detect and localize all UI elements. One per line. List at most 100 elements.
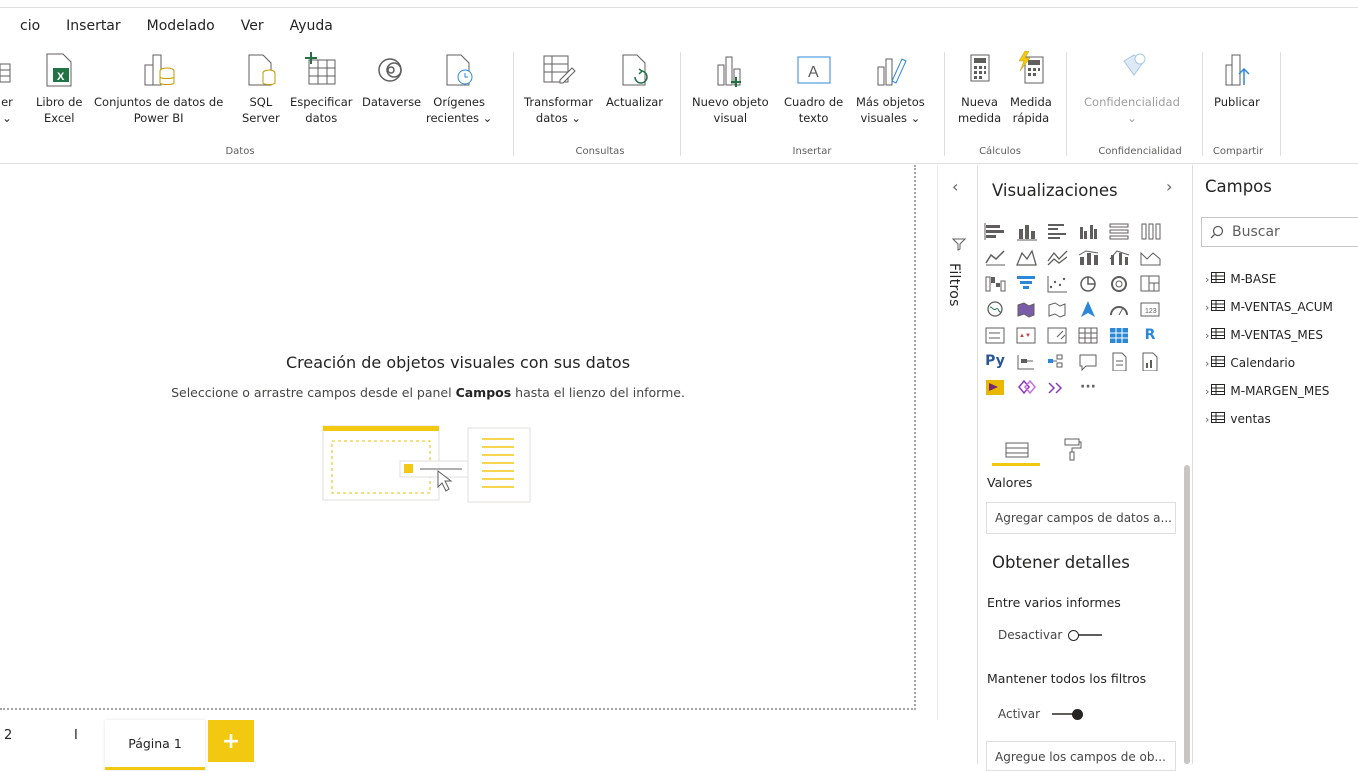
- viz-scatter-icon[interactable]: [1044, 273, 1070, 293]
- measure-table-icon: [1211, 327, 1226, 343]
- fields-search-input[interactable]: Buscar: [1201, 217, 1358, 247]
- excel-workbook-button[interactable]: X Libro de Excel: [36, 46, 82, 126]
- toggle-switch-on[interactable]: [1046, 708, 1086, 720]
- page-nav-prev[interactable]: 2: [4, 728, 12, 743]
- recent-sources-button[interactable]: Orígenes recientes ⌄: [426, 46, 492, 126]
- viz-line-icon[interactable]: [982, 247, 1008, 267]
- ribbon-separator: [680, 52, 681, 156]
- viz-gauge-icon[interactable]: [1106, 299, 1132, 319]
- report-canvas[interactable]: Creación de objetos visuales con sus dat…: [0, 165, 916, 710]
- viz-power-apps-icon[interactable]: [982, 377, 1008, 397]
- cross-report-toggle[interactable]: Desactivar: [998, 628, 1108, 642]
- chevron-right-icon[interactable]: ›: [1205, 273, 1209, 286]
- drillthrough-drop-well[interactable]: Agregue los campos de ob...: [986, 741, 1176, 771]
- viz-clustered-column-icon[interactable]: [1075, 221, 1101, 241]
- toggle-switch-off[interactable]: [1068, 629, 1108, 641]
- measure-table-icon: [1211, 271, 1226, 287]
- svg-text:A: A: [808, 64, 819, 81]
- get-data-button[interactable]: er ⌄: [0, 46, 14, 126]
- add-page-button[interactable]: +: [208, 720, 254, 762]
- field-table-item[interactable]: › ventas: [1205, 405, 1333, 433]
- transform-data-button[interactable]: Transformar datos ⌄: [524, 46, 593, 126]
- visualizations-scrollbar[interactable]: [1184, 465, 1190, 764]
- sensitivity-button[interactable]: Confidencialidad ⌄: [1084, 46, 1180, 126]
- viz-matrix-icon[interactable]: [1106, 325, 1132, 345]
- viz-multi-row-card-icon[interactable]: [982, 325, 1008, 345]
- viz-clustered-bar-icon[interactable]: [1044, 221, 1070, 241]
- viz-key-influencers-icon[interactable]: [1013, 351, 1039, 371]
- text-box-button[interactable]: A Cuadro de texto: [784, 46, 843, 126]
- viz-smart-narrative-icon[interactable]: [1106, 351, 1132, 371]
- ribbon: er ⌄ X Libro de Excel Conjuntos de datos…: [0, 44, 1358, 164]
- viz-power-automate-icon[interactable]: [1013, 377, 1039, 397]
- viz-stacked-area-icon[interactable]: [1044, 247, 1070, 267]
- page-tab-active[interactable]: Página 1: [105, 720, 205, 770]
- filters-pane[interactable]: ‹ Filtros: [937, 165, 977, 720]
- sql-server-button[interactable]: SQL Server: [242, 46, 280, 126]
- enter-data-button[interactable]: Especificar datos: [290, 46, 353, 126]
- chevron-right-icon[interactable]: ›: [1205, 301, 1209, 314]
- menu-ver[interactable]: Ver: [228, 18, 277, 34]
- viz-area-icon[interactable]: [1013, 247, 1039, 267]
- values-drop-well[interactable]: Agregar campos de datos a...: [986, 502, 1176, 534]
- expand-filters-chevron-icon[interactable]: ‹: [952, 177, 958, 196]
- page-nav-separator[interactable]: I: [74, 728, 78, 743]
- new-visual-button[interactable]: Nuevo objeto visual: [692, 46, 769, 126]
- more-visuals-button[interactable]: Más objetos visuales ⌄: [856, 46, 925, 126]
- menu-ayuda[interactable]: Ayuda: [277, 18, 346, 34]
- viz-azure-map-icon[interactable]: [1075, 299, 1101, 319]
- publish-button[interactable]: Publicar: [1214, 46, 1260, 110]
- viz-table-icon[interactable]: [1075, 325, 1101, 345]
- viz-more-icon[interactable]: ···: [1075, 377, 1101, 397]
- menu-modelado[interactable]: Modelado: [134, 18, 228, 34]
- database-icon: [0, 46, 14, 94]
- group-label-confidencialidad: Confidencialidad: [1098, 146, 1182, 157]
- field-table-item[interactable]: › M-MARGEN_MES: [1205, 377, 1333, 405]
- collapse-visualizations-chevron-icon[interactable]: ›: [1166, 177, 1172, 196]
- format-paint-roller-icon[interactable]: [1062, 437, 1082, 461]
- viz-filled-map-icon[interactable]: [1013, 299, 1039, 319]
- chevron-right-icon[interactable]: ›: [1205, 357, 1209, 370]
- viz-paginated-icon[interactable]: [1137, 351, 1163, 371]
- viz-map-icon[interactable]: [982, 299, 1008, 319]
- quick-measure-button[interactable]: Medida rápida: [1010, 46, 1052, 126]
- viz-waterfall-icon[interactable]: [982, 273, 1008, 293]
- field-table-label: M-MARGEN_MES: [1230, 384, 1330, 398]
- field-table-item[interactable]: › M-VENTAS_MES: [1205, 321, 1333, 349]
- fields-tab-icon[interactable]: [1004, 439, 1030, 461]
- viz-slicer-icon[interactable]: [1044, 325, 1070, 345]
- viz-100-bar-icon[interactable]: [1106, 221, 1132, 241]
- group-label-compartir: Compartir: [1212, 146, 1264, 157]
- viz-line-clustered-icon[interactable]: [1106, 247, 1132, 267]
- viz-python-icon[interactable]: Py: [982, 351, 1008, 371]
- chevron-right-icon[interactable]: ›: [1205, 329, 1209, 342]
- viz-decomp-tree-icon[interactable]: [1044, 351, 1070, 371]
- viz-card-icon[interactable]: 123: [1137, 299, 1163, 319]
- viz-ribbon-icon[interactable]: [1137, 247, 1163, 267]
- chevron-right-icon[interactable]: ›: [1205, 385, 1209, 398]
- dataverse-button[interactable]: Dataverse: [362, 46, 421, 110]
- new-measure-button[interactable]: Nueva medida: [958, 46, 1001, 126]
- refresh-button[interactable]: Actualizar: [606, 46, 663, 110]
- viz-kpi-icon[interactable]: ▲▼: [1013, 325, 1039, 345]
- field-table-item[interactable]: › Calendario: [1205, 349, 1333, 377]
- viz-pie-icon[interactable]: [1075, 273, 1101, 293]
- viz-stacked-column-icon[interactable]: [1013, 221, 1039, 241]
- viz-shape-map-icon[interactable]: [1044, 299, 1070, 319]
- viz-arcgis-icon[interactable]: [1044, 377, 1070, 397]
- menu-inicio[interactable]: cio: [0, 18, 53, 34]
- viz-r-visual-icon[interactable]: R: [1137, 325, 1163, 345]
- menu-insertar[interactable]: Insertar: [53, 18, 134, 34]
- viz-donut-icon[interactable]: [1106, 273, 1132, 293]
- viz-100-column-icon[interactable]: [1137, 221, 1163, 241]
- field-table-item[interactable]: › M-VENTAS_ACUM: [1205, 293, 1333, 321]
- field-table-item[interactable]: › M-BASE: [1205, 265, 1333, 293]
- viz-funnel-icon[interactable]: [1013, 273, 1039, 293]
- viz-treemap-icon[interactable]: [1137, 273, 1163, 293]
- viz-line-column-icon[interactable]: [1075, 247, 1101, 267]
- viz-stacked-bar-icon[interactable]: [982, 221, 1008, 241]
- chevron-right-icon[interactable]: ›: [1205, 413, 1209, 426]
- keep-filters-toggle[interactable]: Activar: [998, 707, 1086, 721]
- powerbi-datasets-button[interactable]: Conjuntos de datos de Power BI: [94, 46, 223, 126]
- viz-qna-icon[interactable]: [1075, 351, 1101, 371]
